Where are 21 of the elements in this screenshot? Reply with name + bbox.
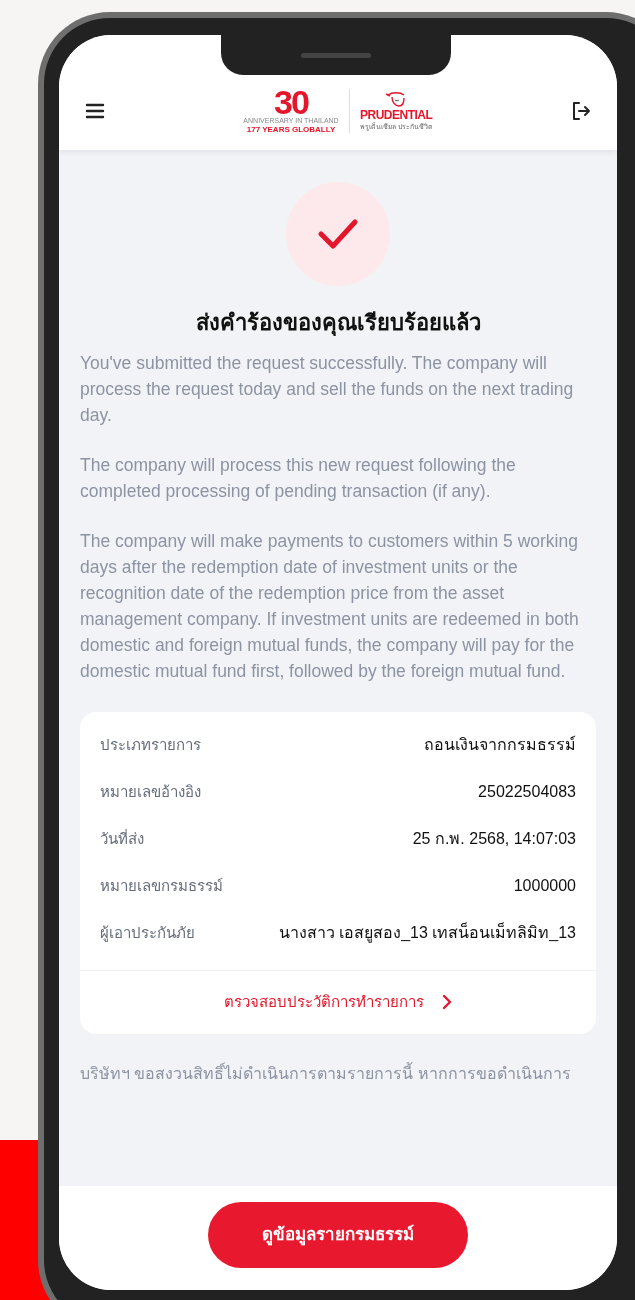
info-paragraph: The company will process this new request following the completed processing of pending transaction (if any). xyxy=(80,454,517,503)
detail-label: วันที่ส่ง xyxy=(100,828,144,849)
anniversary-logo-number: 30 xyxy=(274,86,308,117)
detail-label: ผู้เอาประกันภัย xyxy=(100,922,195,944)
success-title: ส่งคำร้องของคุณเรียบร้อยแล้ว xyxy=(194,309,482,338)
detail-value: 25 ก.พ. 2568, 14:07:03 xyxy=(412,829,576,849)
detail-label: หมายเลขกรมธรรม์ xyxy=(100,875,223,896)
chevron-right-icon xyxy=(442,994,452,1011)
detail-value: นางสาว เอสยูสอง_13 เทสน็อนเม็ทลิมิท_13 xyxy=(278,921,576,945)
detail-label: ประเภทรายการ xyxy=(100,734,201,755)
brand-name: PRUDENTIAL xyxy=(359,108,433,122)
detail-value: 1000000 xyxy=(513,876,576,896)
info-paragraph: You've submitted the request successfully. The company will process the request today and sell the funds on the next trading day. xyxy=(80,352,575,427)
detail-label: หมายเลขอ้างอิง xyxy=(100,781,201,802)
anniversary-years: 177 YEARS GLOBALLY xyxy=(246,124,336,135)
view-policy-button[interactable]: ดูข้อมูลรายกรมธรรม์ xyxy=(208,1202,468,1268)
detail-value: 25022504083 xyxy=(478,782,576,802)
info-paragraph: The company will make payments to customers within 5 working days after the redemption date of investment units or the recognition date of the redemption price from the asset management company. If investment units are redeemed in both domestic and foreign mutual funds, the company will pay for the domestic mutual fund first, followed by the foreign mutual fund. xyxy=(80,530,580,683)
disclaimer-text: บริษัทฯ ขอสงวนสิทธิ์ไม่ดำเนินการตามรายการนี้ หากการขอดำเนินการ xyxy=(80,1061,572,1084)
detail-value: ถอนเงินจากกรมธรรม์ xyxy=(424,734,576,755)
history-link[interactable]: ตรวจสอบประวัติการทำรายการ xyxy=(224,971,452,1034)
